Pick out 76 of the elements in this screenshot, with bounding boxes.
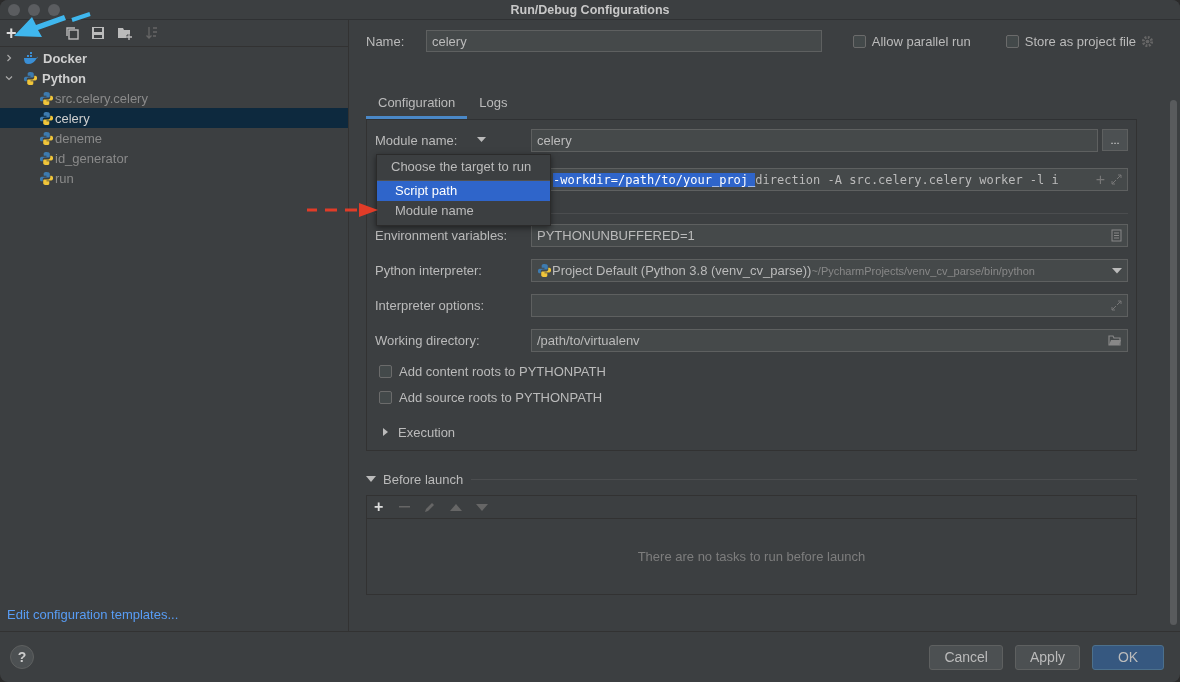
- python-icon: [39, 130, 54, 146]
- triangle-icon[interactable]: [381, 428, 389, 436]
- add-task-button[interactable]: +: [372, 498, 386, 516]
- tree-group-label: Python: [42, 70, 87, 86]
- input-field[interactable]: /path/to/virtualenv: [531, 329, 1128, 352]
- dialog-button[interactable]: Apply: [1014, 644, 1080, 670]
- field-label: Working directory:: [375, 333, 481, 348]
- expand-icon[interactable]: [1111, 300, 1122, 311]
- option-label: Allow parallel run: [871, 33, 971, 49]
- python-icon: [23, 70, 38, 86]
- dialog-button[interactable]: Cancel: [929, 644, 1003, 670]
- input-field[interactable]: [531, 294, 1128, 317]
- add-button[interactable]: +: [4, 24, 19, 42]
- before-launch-toggle[interactable]: Before launch: [366, 471, 464, 487]
- checkbox[interactable]: [379, 390, 392, 404]
- move-up-icon[interactable]: [450, 503, 463, 511]
- popup-menu-item[interactable]: Script path: [377, 181, 550, 201]
- target-type-dropdown[interactable]: Module name:: [375, 132, 522, 148]
- popup-menu-item[interactable]: Module name: [377, 201, 550, 221]
- python-icon: [39, 90, 54, 106]
- ok-button[interactable]: OK: [1092, 644, 1164, 670]
- browse-button[interactable]: ...: [1102, 129, 1128, 151]
- new-folder-icon[interactable]: [116, 26, 133, 40]
- checkbox-label: Add source roots to PYTHONPATH: [399, 389, 603, 405]
- minimize-window-button[interactable]: [28, 4, 40, 16]
- checkbox[interactable]: [379, 364, 392, 378]
- scrollbar-thumb[interactable]: [1169, 100, 1177, 625]
- configuration-item[interactable]: celery: [0, 108, 348, 128]
- configuration-item[interactable]: src.celery.celery: [0, 88, 348, 108]
- configuration-item[interactable]: run: [0, 168, 348, 188]
- chevron-icon[interactable]: [5, 54, 13, 62]
- field-label: Interpreter options:: [375, 298, 486, 313]
- configuration-item[interactable]: id_generator: [0, 148, 348, 168]
- tab[interactable]: Configuration: [366, 89, 468, 119]
- execution-section-toggle[interactable]: Execution: [375, 420, 1128, 444]
- python-icon: [39, 150, 54, 166]
- interpreter-dropdown[interactable]: Project Default (Python 3.8 (venv_cv_parse))~/PycharmProjects/venv_cv_parse/bin/python: [531, 259, 1128, 282]
- name-label: Name:: [366, 33, 406, 49]
- checkbox[interactable]: [852, 34, 866, 48]
- python-icon: [39, 110, 54, 126]
- sort-icon[interactable]: [144, 26, 159, 40]
- help-button[interactable]: ?: [10, 645, 34, 669]
- checkbox-label: Add content roots to PYTHONPATH: [399, 363, 606, 379]
- tree-group-label: Docker: [43, 50, 88, 66]
- arrow-annotation: [307, 202, 379, 218]
- name-field[interactable]: celery: [426, 30, 822, 52]
- checkbox[interactable]: [1005, 34, 1019, 48]
- input-field[interactable]: PYTHONUNBUFFERED=1: [531, 224, 1128, 247]
- field-label: Environment variables:: [375, 228, 509, 243]
- folder-icon[interactable]: [1108, 335, 1122, 346]
- triangle-icon[interactable]: [366, 475, 376, 483]
- configuration-item[interactable]: deneme: [0, 128, 348, 148]
- move-down-icon[interactable]: [476, 503, 489, 511]
- close-window-button[interactable]: [8, 4, 20, 16]
- tree-group-row[interactable]: Python: [0, 68, 348, 88]
- option-label: Store as project file: [1024, 33, 1136, 49]
- window-title: Run/Debug Configurations: [510, 2, 670, 17]
- save-icon[interactable]: [90, 26, 105, 40]
- python-icon: [537, 263, 552, 278]
- chevron-icon[interactable]: [5, 74, 13, 82]
- caret-icon[interactable]: [477, 137, 487, 143]
- module-name-field[interactable]: celery: [531, 128, 1098, 152]
- tree-group-row[interactable]: Docker: [0, 48, 348, 68]
- pencil-icon[interactable]: [424, 501, 437, 513]
- empty-list-text: There are no tasks to run before launch: [637, 549, 866, 564]
- caret-icon[interactable]: [1112, 267, 1122, 274]
- expand-icon[interactable]: [1111, 174, 1122, 185]
- field-label: Python interpreter:: [375, 263, 483, 278]
- tab[interactable]: Logs: [467, 89, 520, 119]
- zoom-window-button[interactable]: [48, 4, 60, 16]
- document-icon[interactable]: [1111, 229, 1122, 242]
- gear-icon[interactable]: [1141, 34, 1154, 48]
- edit-templates-link[interactable]: Edit configuration templates...: [0, 607, 186, 631]
- whale-icon: [23, 51, 39, 65]
- python-icon: [39, 170, 54, 186]
- copy-icon[interactable]: [64, 26, 79, 40]
